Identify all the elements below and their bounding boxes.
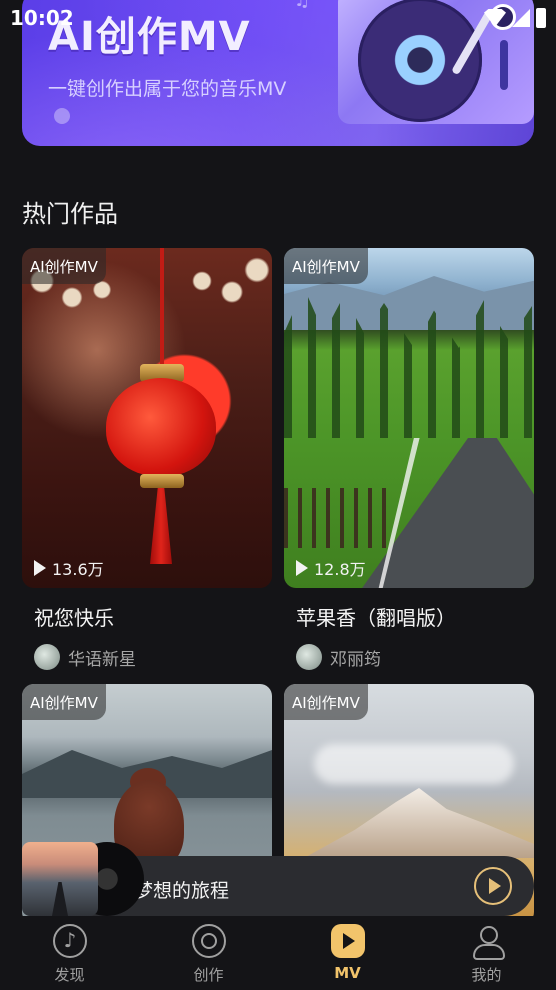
status-time: 10:02 xyxy=(10,6,74,30)
app-screen: 10:02 AI创作MV 一键创作出属于您的音乐MV ♫ 热门作品 AI创作MV xyxy=(0,0,556,990)
banner-subtitle: 一键创作出属于您的音乐MV xyxy=(48,78,287,100)
lantern-base xyxy=(140,474,184,488)
tab-mine[interactable]: 我的 xyxy=(417,916,556,990)
play-count-value: 13.6万 xyxy=(52,560,104,579)
ai-mv-tag: AI创作MV xyxy=(22,248,106,284)
turntable-slider-graphic xyxy=(500,40,508,90)
ai-mv-tag: AI创作MV xyxy=(284,248,368,284)
ai-mv-tag: AI创作MV xyxy=(284,684,368,720)
play-count-value: 12.8万 xyxy=(314,560,366,579)
decoration-bubble xyxy=(54,108,70,124)
status-icons xyxy=(484,8,546,28)
player-track-title[interactable]: 梦想的旅程 xyxy=(134,876,229,903)
play-icon xyxy=(34,560,46,576)
battery-icon xyxy=(536,8,546,28)
tab-label: 发现 xyxy=(54,966,85,984)
mv-play-icon xyxy=(330,924,365,958)
tab-label: MV xyxy=(334,964,361,982)
wifi-icon xyxy=(484,9,506,27)
bottom-tab-bar: 发现 创作 MV 我的 xyxy=(0,916,556,990)
work-card[interactable]: AI创作MV 13.6万 祝您快乐 华语新星 xyxy=(22,248,272,670)
signal-icon xyxy=(512,9,530,27)
profile-icon xyxy=(470,924,505,960)
status-bar: 10:02 xyxy=(0,0,556,38)
snow-mountain xyxy=(304,788,534,858)
tab-label: 我的 xyxy=(471,966,502,984)
play-button[interactable] xyxy=(474,867,512,905)
play-count: 12.8万 xyxy=(296,556,366,580)
work-author[interactable]: 邓丽筠 xyxy=(296,644,381,670)
play-count: 13.6万 xyxy=(34,556,104,580)
author-name: 华语新星 xyxy=(68,649,136,670)
work-title[interactable]: 祝您快乐 xyxy=(34,602,114,631)
work-author[interactable]: 华语新星 xyxy=(34,644,136,670)
tab-discover[interactable]: 发现 xyxy=(0,916,139,990)
tab-label: 创作 xyxy=(193,966,224,984)
mini-player[interactable]: 梦想的旅程 xyxy=(22,842,534,916)
avatar xyxy=(34,644,60,670)
cloud xyxy=(314,744,514,784)
ai-mv-tag: AI创作MV xyxy=(22,684,106,720)
music-disc-icon xyxy=(52,924,87,958)
create-target-icon xyxy=(191,924,226,958)
tab-mv[interactable]: MV xyxy=(278,916,417,990)
lantern-tassel xyxy=(150,488,172,564)
work-card[interactable]: AI创作MV 12.8万 苹果香（翻唱版） 邓丽筠 xyxy=(284,248,534,670)
wooden-fence xyxy=(284,488,394,548)
red-lantern xyxy=(106,378,216,476)
tab-create[interactable]: 创作 xyxy=(139,916,278,990)
section-title-hot: 热门作品 xyxy=(22,200,118,228)
work-title[interactable]: 苹果香（翻唱版） xyxy=(296,602,456,631)
work-thumbnail[interactable]: AI创作MV 13.6万 xyxy=(22,248,272,588)
avatar xyxy=(296,644,322,670)
player-cover[interactable] xyxy=(22,842,98,916)
play-icon xyxy=(296,560,308,576)
lantern-string xyxy=(160,248,164,366)
work-thumbnail[interactable]: AI创作MV 12.8万 xyxy=(284,248,534,588)
author-name: 邓丽筠 xyxy=(330,649,381,670)
